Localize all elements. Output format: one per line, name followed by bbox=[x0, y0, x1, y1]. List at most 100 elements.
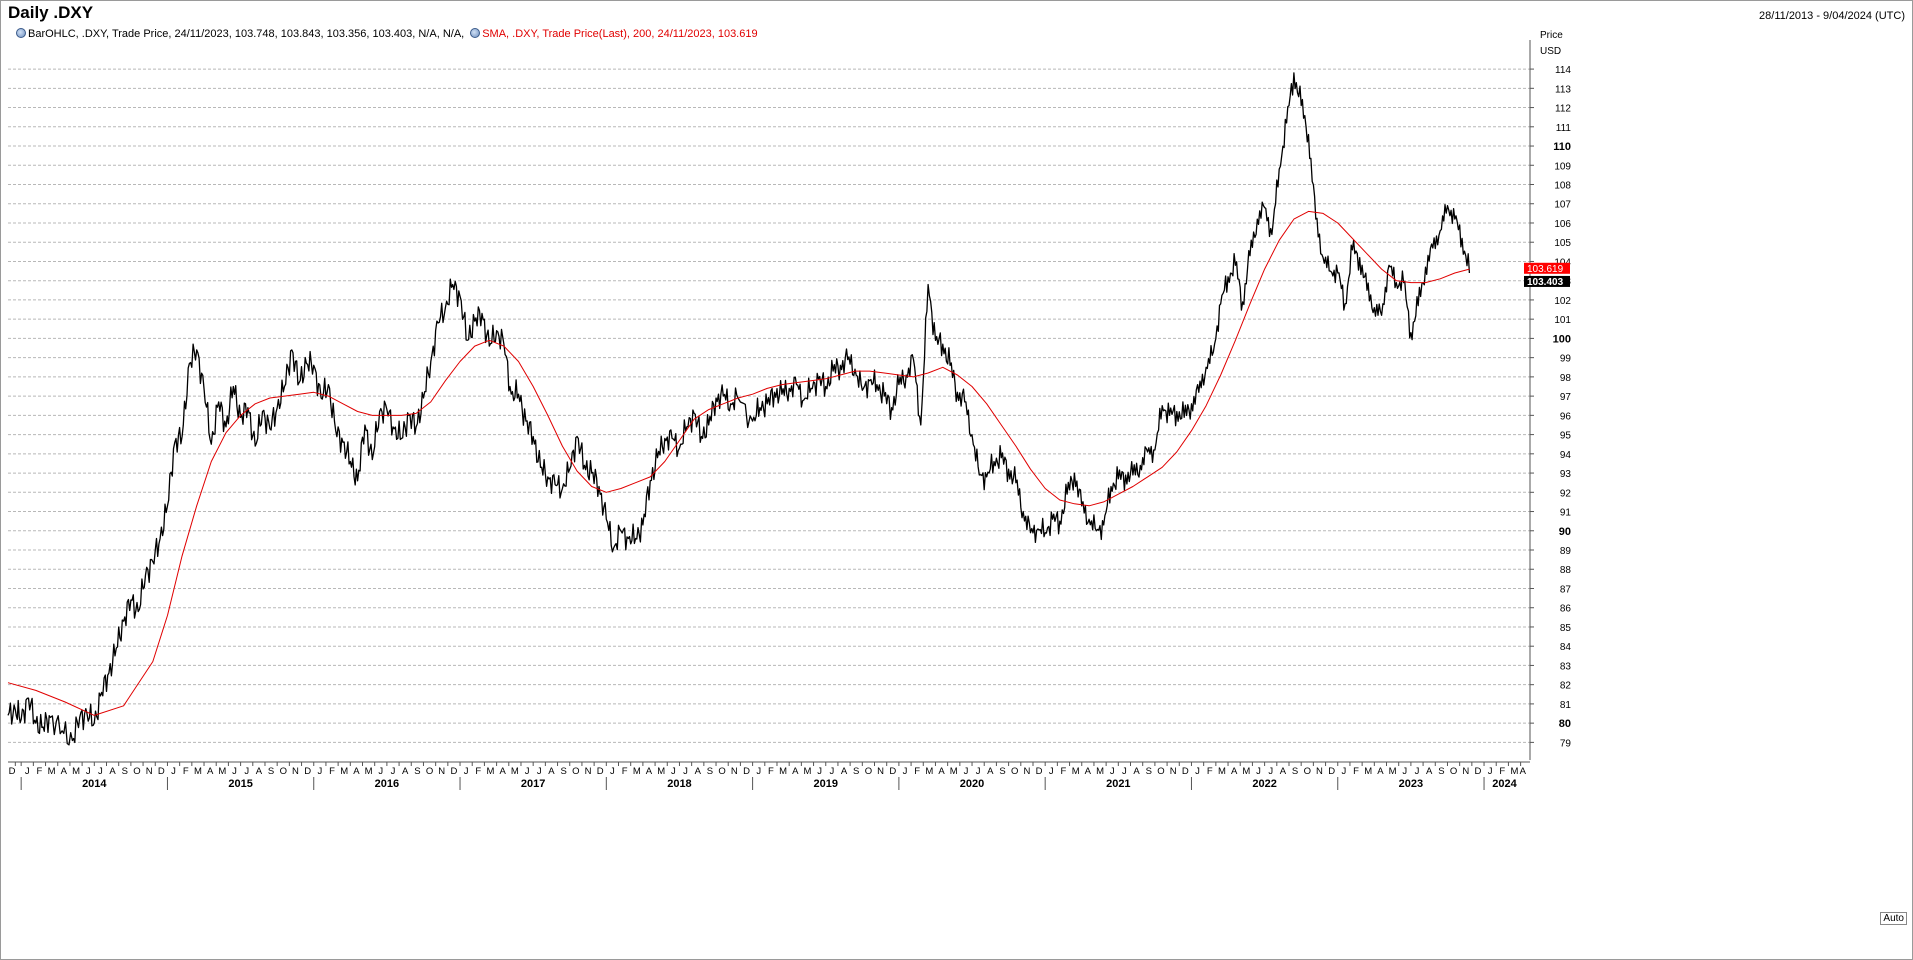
x-month-label: J bbox=[1110, 766, 1115, 777]
x-month-label: M bbox=[194, 766, 202, 777]
last-value-badges: 103.619 103.403 bbox=[1524, 262, 1570, 288]
x-month-label: S bbox=[999, 766, 1005, 777]
y-tick-label: 112 bbox=[1555, 104, 1571, 115]
x-year-label: 2015 bbox=[228, 778, 252, 790]
x-month-label: M bbox=[511, 766, 519, 777]
x-month-label: A bbox=[695, 766, 702, 777]
y-tick-label: 88 bbox=[1560, 565, 1572, 576]
x-month-label: N bbox=[877, 766, 884, 777]
x-month-label: A bbox=[109, 766, 116, 777]
x-month-label: O bbox=[1011, 766, 1018, 777]
y-tick-label: 90 bbox=[1559, 526, 1571, 538]
x-month-label: J bbox=[537, 766, 542, 777]
x-month-label: A bbox=[792, 766, 799, 777]
y-axis: Price USD 79 80 81 82 83 84 85 86 87 88 89 90 91 92 93… bbox=[1529, 30, 1572, 760]
x-month-label: M bbox=[803, 766, 811, 777]
x-month-label: O bbox=[1450, 766, 1457, 777]
x-month-label: J bbox=[976, 766, 981, 777]
x-month-label: A bbox=[548, 766, 555, 777]
y-tick-label: 94 bbox=[1560, 450, 1572, 461]
x-month-label: J bbox=[464, 766, 469, 777]
x-month-label: F bbox=[1207, 766, 1213, 777]
x-year-label: 2018 bbox=[667, 778, 691, 790]
x-month-label: O bbox=[133, 766, 140, 777]
x-month-label: F bbox=[37, 766, 43, 777]
x-year-label: 2017 bbox=[521, 778, 545, 790]
y-tick-label: 81 bbox=[1560, 700, 1572, 711]
x-month-label: A bbox=[646, 766, 653, 777]
x-month-label: D bbox=[9, 766, 16, 777]
x-month-label: J bbox=[86, 766, 91, 777]
x-month-label: J bbox=[378, 766, 383, 777]
x-month-label: O bbox=[718, 766, 725, 777]
x-month-label: D bbox=[304, 766, 311, 777]
x-month-label: A bbox=[256, 766, 263, 777]
x-month-label: M bbox=[925, 766, 933, 777]
y-tick-label: 114 bbox=[1555, 65, 1571, 76]
x-month-label: F bbox=[1499, 766, 1505, 777]
x-month-label: M bbox=[1072, 766, 1080, 777]
x-month-label: O bbox=[280, 766, 287, 777]
x-month-label: D bbox=[889, 766, 896, 777]
x-month-label: O bbox=[1304, 766, 1311, 777]
x-month-label: A bbox=[1133, 766, 1140, 777]
x-month-label: N bbox=[146, 766, 153, 777]
x-month-label: O bbox=[865, 766, 872, 777]
x-month-label: M bbox=[487, 766, 495, 777]
x-month-label: J bbox=[244, 766, 249, 777]
x-month-label: A bbox=[61, 766, 68, 777]
x-month-label: F bbox=[475, 766, 481, 777]
x-month-label: J bbox=[171, 766, 176, 777]
x-month-label: J bbox=[317, 766, 322, 777]
x-month-label: S bbox=[1146, 766, 1152, 777]
x-month-label: J bbox=[98, 766, 103, 777]
x-month-label: J bbox=[391, 766, 396, 777]
x-month-label: N bbox=[1170, 766, 1177, 777]
x-month-label: N bbox=[1023, 766, 1030, 777]
x-month-label: S bbox=[707, 766, 713, 777]
y-tick-label: 96 bbox=[1560, 411, 1572, 422]
y-tick-label: 80 bbox=[1559, 718, 1571, 730]
x-month-label: O bbox=[572, 766, 579, 777]
y-tick-label: 92 bbox=[1560, 488, 1572, 499]
auto-scale-button[interactable]: Auto bbox=[1880, 912, 1907, 925]
x-month-label: A bbox=[1231, 766, 1238, 777]
x-month-label: A bbox=[353, 766, 360, 777]
x-year-label: 2021 bbox=[1106, 778, 1130, 790]
sma-last-value-label: 103.619 bbox=[1527, 264, 1564, 275]
x-month-label: J bbox=[1122, 766, 1127, 777]
x-month-label: J bbox=[1268, 766, 1273, 777]
x-month-label: S bbox=[122, 766, 128, 777]
x-month-label: N bbox=[1316, 766, 1323, 777]
y-axis-price-label: Price bbox=[1540, 30, 1563, 41]
y-tick-label: 105 bbox=[1554, 238, 1571, 249]
x-month-label: O bbox=[1157, 766, 1164, 777]
x-month-label: J bbox=[610, 766, 615, 777]
x-month-label: F bbox=[329, 766, 335, 777]
x-month-label: J bbox=[25, 766, 30, 777]
x-month-label: J bbox=[964, 766, 969, 777]
y-axis-currency-label: USD bbox=[1540, 46, 1561, 57]
y-tick-label: 84 bbox=[1560, 642, 1572, 653]
x-month-label: F bbox=[183, 766, 189, 777]
x-month-label: J bbox=[683, 766, 688, 777]
x-month-label: M bbox=[218, 766, 226, 777]
x-month-label: A bbox=[207, 766, 214, 777]
x-year-label: 2024 bbox=[1492, 778, 1517, 790]
x-month-label: J bbox=[671, 766, 676, 777]
price-chart[interactable]: Price USD 79 80 81 82 83 84 85 86 87 88 89 90 91 92 93… bbox=[0, 0, 1913, 960]
x-month-label: M bbox=[633, 766, 641, 777]
x-month-label: M bbox=[657, 766, 665, 777]
x-month-label: S bbox=[560, 766, 566, 777]
x-year-label: 2020 bbox=[960, 778, 984, 790]
y-tick-label: 102 bbox=[1554, 296, 1571, 307]
x-month-label: J bbox=[903, 766, 908, 777]
x-year-label: 2022 bbox=[1252, 778, 1276, 790]
x-month-label: M bbox=[48, 766, 56, 777]
x-month-label: F bbox=[1061, 766, 1067, 777]
x-month-label: M bbox=[950, 766, 958, 777]
x-month-label: A bbox=[500, 766, 507, 777]
x-axis: DJFMAMJJASONDJFMAMJJASONDJFMAMJJASONDJFM… bbox=[8, 761, 1530, 790]
y-tick-label: 89 bbox=[1560, 546, 1572, 557]
y-tick-label: 106 bbox=[1554, 219, 1571, 230]
